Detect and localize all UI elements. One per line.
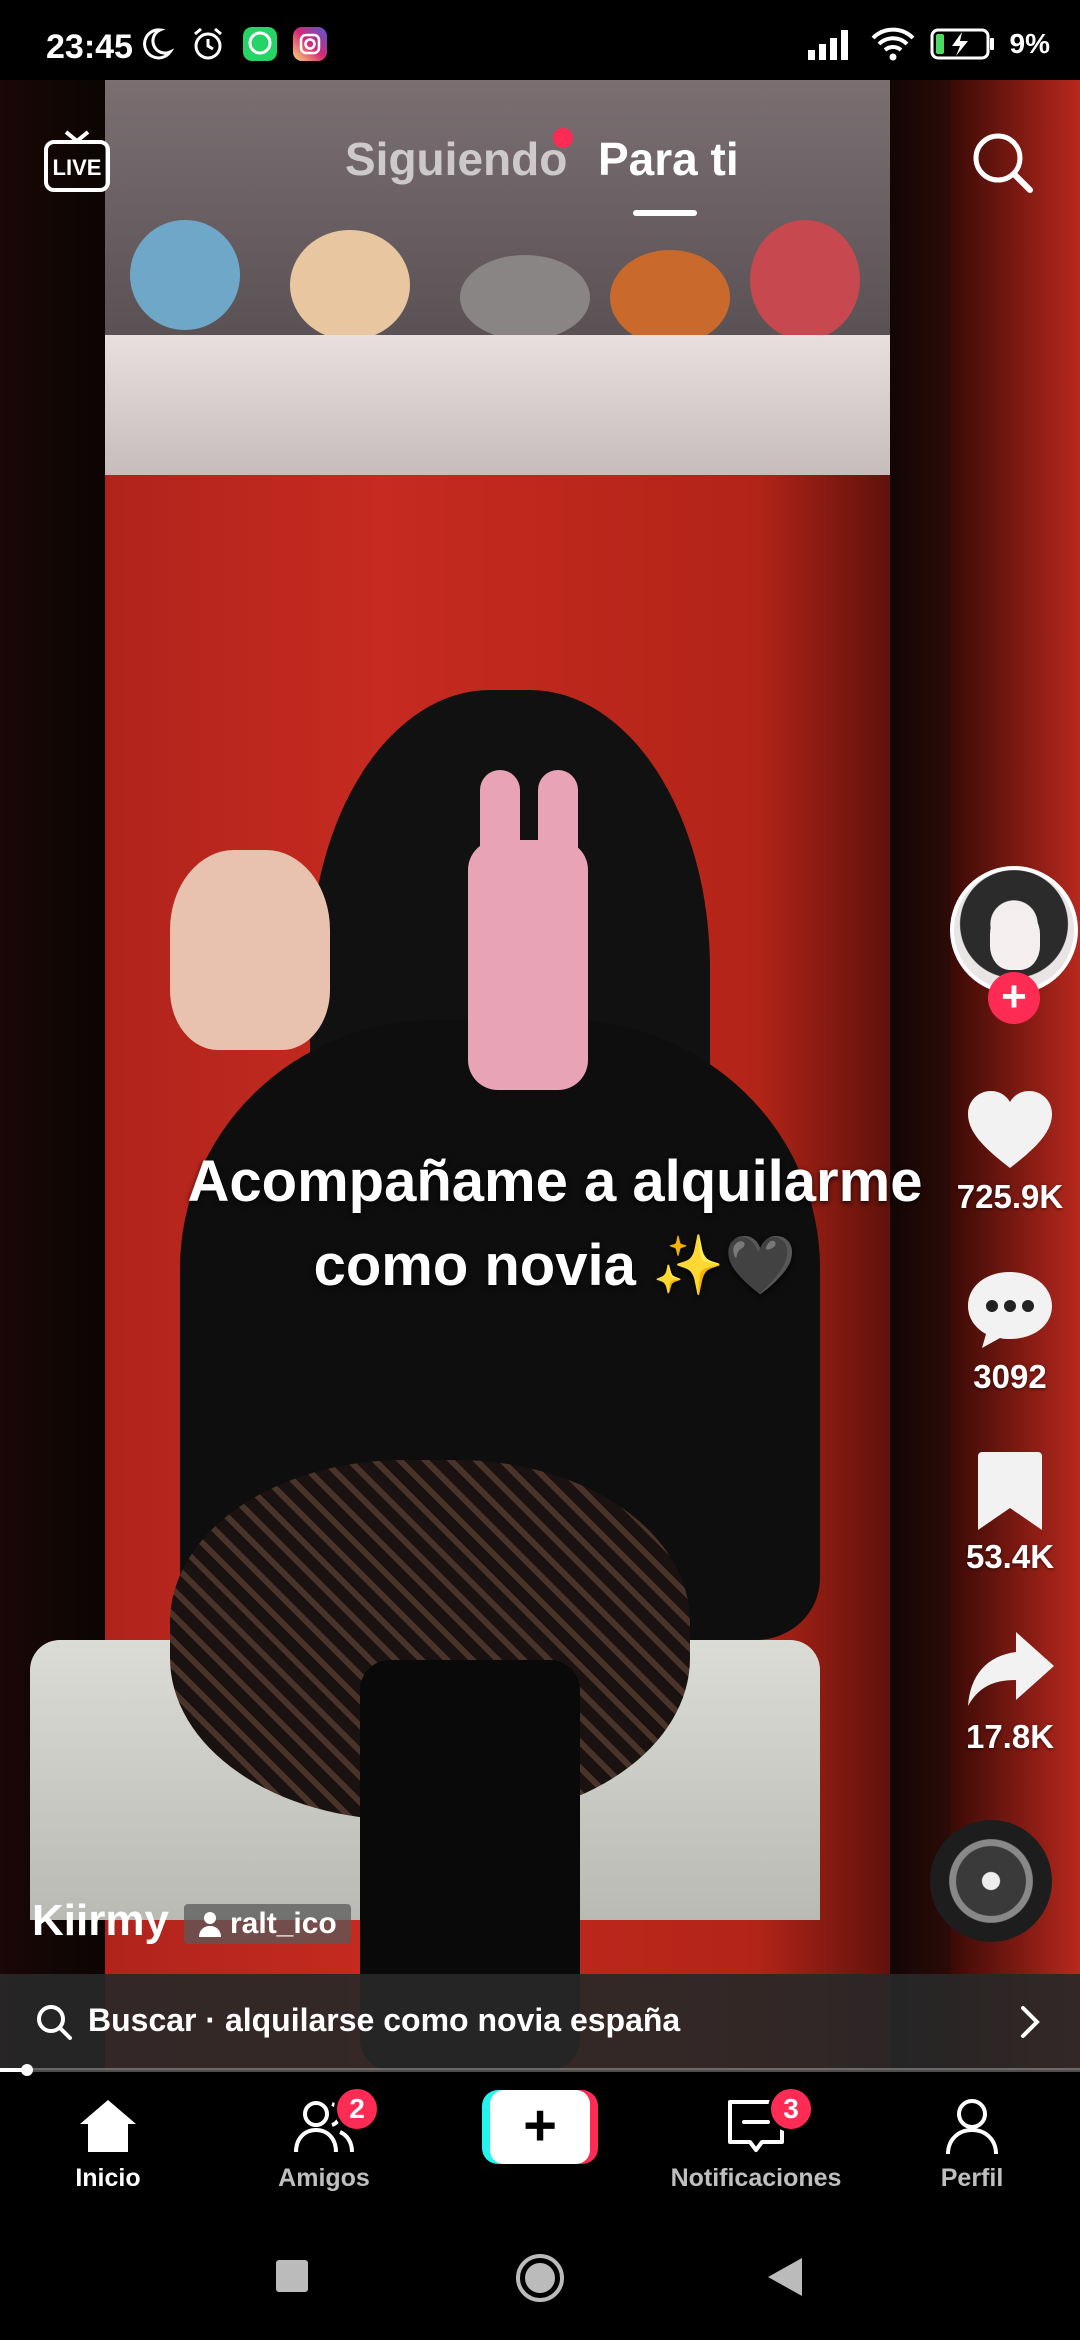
music-disc-icon[interactable]: [930, 1820, 1052, 1942]
status-time: 23:45: [46, 28, 133, 66]
video-toy: [460, 255, 590, 340]
share-icon: [968, 1632, 1054, 1706]
wifi-icon: [871, 27, 914, 61]
avatar-face: [990, 910, 1040, 970]
video-player[interactable]: [0, 80, 1080, 2070]
video-shelf: [100, 335, 900, 475]
battery-percent: 9%: [1009, 28, 1050, 59]
live-icon[interactable]: LIVE: [42, 126, 112, 196]
search-icon: [37, 2005, 72, 2040]
video-mirror-frame: [890, 80, 950, 2070]
top-nav: LIVE Siguiendo Para ti: [0, 80, 1080, 230]
nav-home[interactable]: Inicio: [0, 2072, 216, 2222]
caption-line: Acompañame a alquilarme: [187, 1149, 923, 1214]
author-name[interactable]: Kiirmy: [32, 1896, 169, 1946]
video-progress-bar[interactable]: [0, 2064, 1080, 2076]
tab-following[interactable]: Siguiendo: [345, 132, 567, 186]
instagram-icon: [293, 27, 327, 61]
moon-icon: [143, 28, 174, 60]
comment-count: 3092: [973, 1358, 1047, 1395]
nav-home-label: Inicio: [75, 2164, 141, 2192]
bottom-nav: Inicio 2 Amigos + 3 Notificaciones Perfi…: [0, 2072, 1080, 2222]
nav-profile-label: Perfil: [940, 2164, 1004, 2192]
search-icon[interactable]: [968, 128, 1038, 198]
tab-for-you[interactable]: Para ti: [598, 132, 739, 186]
save-count: 53.4K: [965, 1538, 1055, 1575]
save-button[interactable]: 53.4K: [940, 1448, 1080, 1576]
status-bar: 23:45 9%: [0, 0, 1080, 80]
create-button[interactable]: +: [482, 2090, 598, 2164]
caption-line: como novia ✨🖤: [313, 1233, 797, 1298]
following-notification-dot: [553, 128, 573, 148]
video-person-hand: [170, 850, 330, 1050]
alarm-icon: [194, 27, 222, 60]
video-toy: [130, 220, 240, 330]
nav-notifications[interactable]: 3 Notificaciones: [648, 2072, 864, 2222]
live-label: LIVE: [53, 155, 102, 180]
battery-charging-icon: [930, 28, 994, 60]
author-tag-label: ralt_ico: [230, 1907, 337, 1940]
home-system-icon[interactable]: [514, 2252, 566, 2304]
search-suggestion-text: Buscar · alquilarse como novia españa: [88, 2002, 681, 2038]
share-button[interactable]: 17.8K: [940, 1628, 1080, 1756]
plus-icon: +: [490, 2090, 590, 2164]
signal-icon: [807, 30, 848, 60]
nav-notifications-label: Notificaciones: [670, 2164, 842, 2192]
video-caption: Acompañame a alquilarme como novia ✨🖤: [0, 1140, 1080, 1308]
share-count: 17.8K: [965, 1718, 1055, 1755]
like-button[interactable]: 725.9K: [940, 1088, 1080, 1216]
profile-icon: [946, 2099, 998, 2155]
progress-knob[interactable]: [21, 2064, 33, 2076]
bookmark-icon: [978, 1452, 1042, 1530]
follow-button[interactable]: +: [988, 972, 1040, 1024]
person-icon: [199, 1912, 221, 1937]
recents-icon[interactable]: [274, 2258, 310, 2294]
notifications-badge: 3: [768, 2086, 814, 2132]
back-icon[interactable]: [766, 2256, 804, 2298]
nav-profile[interactable]: Perfil: [864, 2072, 1080, 2222]
heart-icon: [968, 1091, 1052, 1168]
search-suggestion-bar[interactable]: Buscar · alquilarse como novia españa: [0, 1974, 1080, 2070]
video-toy: [750, 220, 860, 340]
like-count: 725.9K: [956, 1178, 1064, 1215]
video-toy: [290, 230, 410, 340]
comment-icon: [968, 1272, 1052, 1348]
comment-button[interactable]: 3092: [940, 1268, 1080, 1396]
system-nav-bar: [0, 2222, 1080, 2340]
author-tag[interactable]: ralt_ico: [184, 1904, 351, 1944]
whatsapp-icon: [243, 27, 277, 61]
home-icon: [80, 2100, 136, 2152]
chevron-right-icon: [1021, 2006, 1040, 2038]
nav-friends[interactable]: 2 Amigos: [216, 2072, 432, 2222]
video-toy: [610, 250, 730, 345]
nav-friends-label: Amigos: [278, 2164, 370, 2192]
friends-badge: 2: [334, 2086, 380, 2132]
video-phone-case: [468, 840, 588, 1090]
active-tab-indicator: [633, 210, 697, 216]
